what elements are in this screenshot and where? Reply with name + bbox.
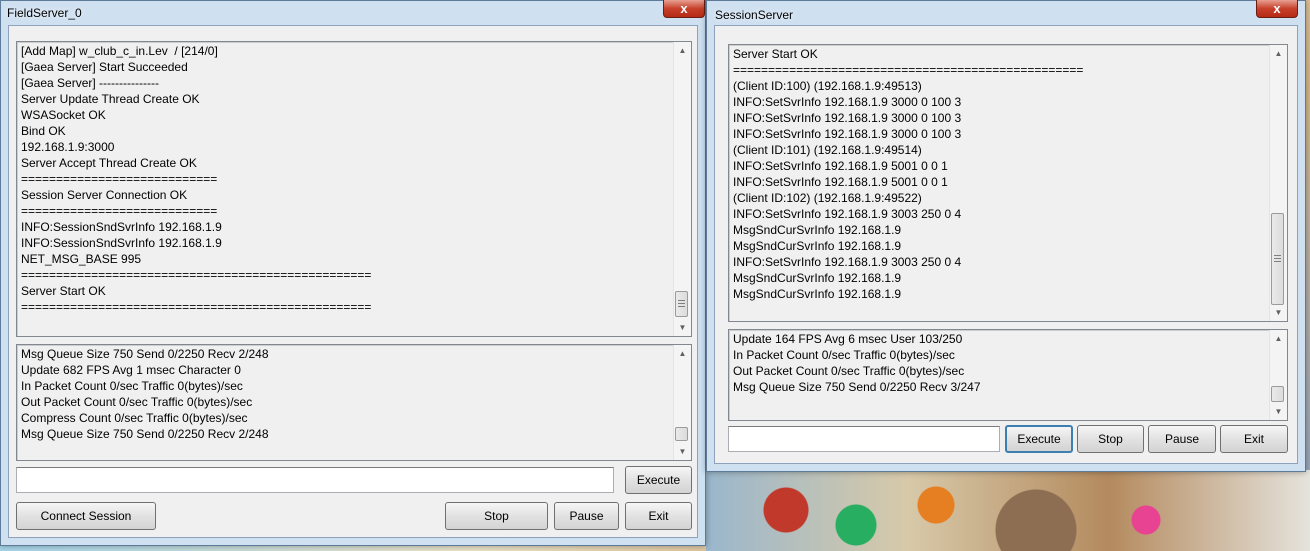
session-log-scrollbar[interactable]: ▲ ▼ <box>1269 45 1287 321</box>
field-execute-button[interactable]: Execute <box>625 466 692 494</box>
log-line: Msg Queue Size 750 Send 0/2250 Recv 3/24… <box>733 380 981 394</box>
log-line: [Add Map] w_club_c_in.Lev / [214/0] <box>21 44 218 58</box>
log-line: INFO:SetSvrInfo 192.168.1.9 3000 0 100 3 <box>733 95 962 109</box>
log-line: Server Start OK <box>21 284 106 298</box>
log-line: Out Packet Count 0/sec Traffic 0(bytes)/… <box>21 395 253 409</box>
log-line: WSASocket OK <box>21 108 106 122</box>
session-stats-scroll-thumb[interactable] <box>1271 386 1284 402</box>
field-server-log[interactable]: ============================ ============… <box>16 41 692 337</box>
session-log-scroll-thumb[interactable] <box>1271 213 1284 305</box>
log-line: In Packet Count 0/sec Traffic 0(bytes)/s… <box>733 348 955 362</box>
session-server-window: SessionServer x MsgSndCurSvrInfo 192.168… <box>706 0 1306 472</box>
session-server-close-button[interactable]: x <box>1256 0 1298 18</box>
field-log-scroll-thumb[interactable] <box>675 291 688 317</box>
log-line: MsgSndCurSvrInfo 192.168.1.9 <box>733 239 902 253</box>
log-line: [Gaea Server] --------------- <box>21 76 159 90</box>
session-exit-button[interactable]: Exit <box>1220 425 1288 453</box>
log-line: INFO:SetSvrInfo 192.168.1.9 3003 250 0 4 <box>733 207 962 221</box>
field-pause-button[interactable]: Pause <box>554 502 619 530</box>
grip-icon <box>678 300 685 307</box>
session-server-stats[interactable]: Msg Queue Size 750 Send 0/2250 Recv 3/24… <box>728 329 1288 421</box>
session-server-client-area: MsgSndCurSvrInfo 192.168.1.9 MsgSndCurSvr… <box>714 25 1298 464</box>
session-stats-scrollbar[interactable]: ▲ ▼ <box>1269 330 1287 420</box>
session-execute-button[interactable]: Execute <box>1005 425 1073 453</box>
field-server-titlebar[interactable]: FieldServer_0 x <box>1 0 705 25</box>
scroll-down-icon[interactable]: ▼ <box>1270 304 1287 321</box>
field-server-title: FieldServer_0 <box>7 6 82 20</box>
session-server-titlebar[interactable]: SessionServer x <box>707 0 1305 25</box>
log-line: Out Packet Count 0/sec Traffic 0(bytes)/… <box>733 364 965 378</box>
log-line: Msg Queue Size 750 Send 0/2250 Recv 2/24… <box>21 427 269 441</box>
log-line: INFO:SetSvrInfo 192.168.1.9 3000 0 100 3 <box>733 111 962 125</box>
log-line: INFO:SetSvrInfo 192.168.1.9 5001 0 0 1 <box>733 175 948 189</box>
desktop-wallpaper <box>706 470 1310 551</box>
log-line: INFO:SessionSndSvrInfo 192.168.1.9 <box>21 236 222 250</box>
scroll-up-icon[interactable]: ▲ <box>674 345 691 362</box>
field-log-scrollbar[interactable]: ▲ ▼ <box>673 42 691 336</box>
log-line: (Client ID:100) (192.168.1.9:49513) <box>733 79 922 93</box>
session-pause-button[interactable]: Pause <box>1148 425 1216 453</box>
log-line: ========================================… <box>733 63 1084 77</box>
field-command-input[interactable] <box>16 467 614 493</box>
log-line: MsgSndCurSvrInfo 192.168.1.9 <box>733 223 902 237</box>
log-line: Server Accept Thread Create OK <box>21 156 197 170</box>
session-server-log[interactable]: MsgSndCurSvrInfo 192.168.1.9 MsgSndCurSvr… <box>728 44 1288 322</box>
log-line: (Client ID:101) (192.168.1.9:49514) <box>733 143 922 157</box>
grip-icon <box>1274 255 1281 262</box>
log-line: ============================ <box>21 172 218 186</box>
session-command-input[interactable] <box>728 426 1000 452</box>
log-line: [Gaea Server] Start Succeeded <box>21 60 188 74</box>
log-line: In Packet Count 0/sec Traffic 0(bytes)/s… <box>21 379 243 393</box>
field-exit-button[interactable]: Exit <box>625 502 692 530</box>
log-line: Compress Count 0/sec Traffic 0(bytes)/se… <box>21 411 248 425</box>
log-line: Session Server Connection OK <box>21 188 188 202</box>
field-stop-button[interactable]: Stop <box>445 502 548 530</box>
log-line: Server Update Thread Create OK <box>21 92 200 106</box>
session-server-title: SessionServer <box>715 8 794 22</box>
scroll-up-icon[interactable]: ▲ <box>1270 45 1287 62</box>
log-line: INFO:SetSvrInfo 192.168.1.9 5001 0 0 1 <box>733 159 948 173</box>
log-line: (Client ID:102) (192.168.1.9:49522) <box>733 191 922 205</box>
connect-session-button[interactable]: Connect Session <box>16 502 156 530</box>
log-line: Bind OK <box>21 124 66 138</box>
log-line: Update 682 FPS Avg 1 msec Character 0 <box>21 363 241 377</box>
log-line: ========================================… <box>21 300 372 314</box>
log-line: MsgSndCurSvrInfo 192.168.1.9 <box>733 287 902 301</box>
field-server-window: FieldServer_0 x ========================… <box>0 0 706 546</box>
log-line: INFO:SetSvrInfo 192.168.1.9 3000 0 100 3 <box>733 127 962 141</box>
log-line: MsgSndCurSvrInfo 192.168.1.9 <box>733 271 902 285</box>
field-server-close-button[interactable]: x <box>663 0 705 18</box>
scroll-up-icon[interactable]: ▲ <box>1270 330 1287 347</box>
scroll-down-icon[interactable]: ▼ <box>674 319 691 336</box>
log-line: INFO:SetSvrInfo 192.168.1.9 3003 250 0 4 <box>733 255 962 269</box>
session-stop-button[interactable]: Stop <box>1077 425 1144 453</box>
log-line: Msg Queue Size 750 Send 0/2250 Recv 2/24… <box>21 347 269 361</box>
field-server-stats[interactable]: Msg Queue Size 750 Send 0/2250 Recv 2/24… <box>16 344 692 461</box>
field-stats-scrollbar[interactable]: ▲ ▼ <box>673 345 691 460</box>
log-line: NET_MSG_BASE 995 <box>21 252 142 266</box>
log-line: ========================================… <box>21 268 372 282</box>
log-line: 192.168.1.9:3000 <box>21 140 115 154</box>
log-line: INFO:SessionSndSvrInfo 192.168.1.9 <box>21 220 222 234</box>
log-line: ============================ <box>21 204 218 218</box>
scroll-down-icon[interactable]: ▼ <box>1270 403 1287 420</box>
field-server-client-area: ============================ ============… <box>8 25 698 538</box>
scroll-up-icon[interactable]: ▲ <box>674 42 691 59</box>
log-line: Server Start OK <box>733 47 818 61</box>
field-stats-scroll-thumb[interactable] <box>675 427 688 441</box>
log-line: Update 164 FPS Avg 6 msec User 103/250 <box>733 332 963 346</box>
scroll-down-icon[interactable]: ▼ <box>674 443 691 460</box>
